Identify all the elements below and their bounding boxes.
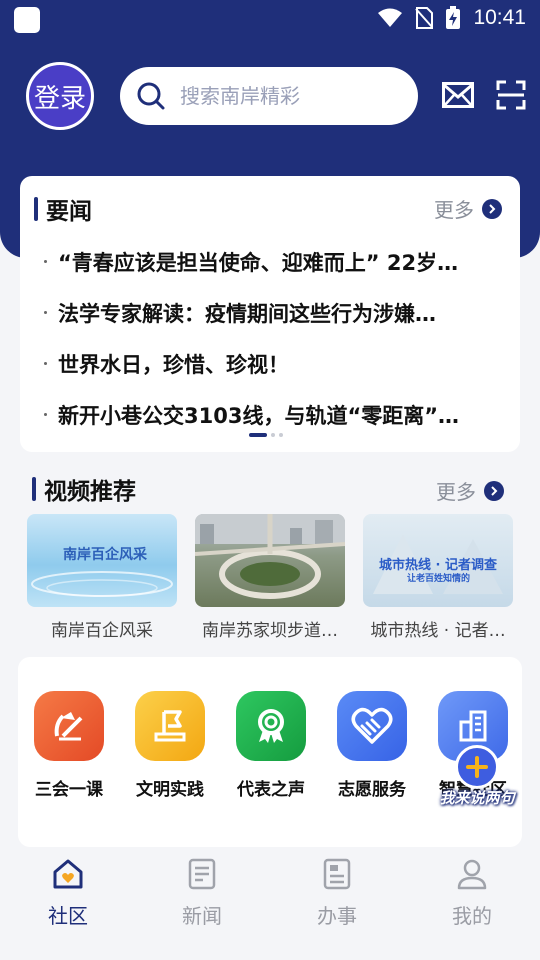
user-icon <box>432 856 512 892</box>
video-thumbnail: 城市热线 · 记者调查 让老百姓知情的 <box>363 514 513 607</box>
chevron-right-icon <box>482 198 502 219</box>
video-more-link[interactable]: 更多 <box>436 476 504 505</box>
video-thumbnail: 南岸百企风采 <box>27 514 177 607</box>
party-emblem-icon <box>34 691 104 761</box>
service-wenming-shijian[interactable]: 文明实践 <box>128 691 212 800</box>
search-icon <box>137 82 165 110</box>
news-title: 要闻 <box>46 199 92 225</box>
chevron-right-icon <box>484 480 504 501</box>
video-header: 视频推荐 <box>32 472 136 506</box>
pager-dot[interactable] <box>279 433 283 437</box>
news-item[interactable]: 世界水日，珍惜、珍视！ <box>44 338 504 389</box>
pager-dot[interactable] <box>249 433 267 437</box>
battery-charging-icon <box>446 6 461 29</box>
news-item[interactable]: “青春应该是担当使命、迎难而上” 22岁… <box>44 236 504 287</box>
service-zhiyuan-fuwu[interactable]: 志愿服务 <box>330 691 414 800</box>
wifi-icon <box>378 8 403 27</box>
service-daibiao-zhisheng[interactable]: 代表之声 <box>229 691 313 800</box>
news-item[interactable]: 法学专家解读：疫情期间这些行为涉嫌… <box>44 287 504 338</box>
scan-icon[interactable] <box>496 80 526 110</box>
no-sim-icon <box>415 7 434 29</box>
login-button[interactable]: 登录 <box>26 62 94 130</box>
status-time: 10:41 <box>473 6 526 29</box>
tab-community[interactable]: 社区 <box>28 856 108 929</box>
news-card: 要闻 更多 “青春应该是担当使命、迎难而上” 22岁… 法学专家解读：疫情期间这… <box>20 176 520 452</box>
tasks-icon <box>297 856 377 892</box>
carousel-pager <box>249 433 283 437</box>
comment-fab[interactable]: 我来说两句 <box>427 745 527 815</box>
search-input[interactable] <box>180 84 400 108</box>
video-card[interactable]: 南岸百企风采 南岸百企风采 <box>27 514 177 641</box>
news-icon <box>162 856 242 892</box>
news-more-link[interactable]: 更多 <box>434 194 502 223</box>
plus-icon <box>455 745 499 789</box>
service-sanhui-yike[interactable]: 三会一课 <box>27 691 111 800</box>
tab-profile[interactable]: 我的 <box>432 856 512 929</box>
search-bar[interactable] <box>120 67 418 125</box>
app-notification-icon <box>14 7 40 33</box>
badge-icon <box>236 691 306 761</box>
bottom-tab-bar: 社区 新闻 办事 我的 <box>0 848 540 960</box>
heart-hands-icon <box>337 691 407 761</box>
video-card[interactable]: 南岸苏家坝步道… <box>195 514 345 641</box>
news-list: “青春应该是担当使命、迎难而上” 22岁… 法学专家解读：疫情期间这些行为涉嫌…… <box>44 236 504 440</box>
mail-icon[interactable] <box>442 82 474 108</box>
home-icon <box>28 856 108 892</box>
tab-services[interactable]: 办事 <box>297 856 377 929</box>
flag-icon <box>135 691 205 761</box>
status-bar: 10:41 <box>0 0 540 40</box>
video-title: 视频推荐 <box>44 479 136 505</box>
news-header: 要闻 <box>34 192 92 226</box>
video-thumbnail <box>195 514 345 607</box>
tab-news[interactable]: 新闻 <box>162 856 242 929</box>
video-card[interactable]: 城市热线 · 记者调查 让老百姓知情的 城市热线 · 记者… <box>363 514 513 641</box>
pager-dot[interactable] <box>271 433 275 437</box>
